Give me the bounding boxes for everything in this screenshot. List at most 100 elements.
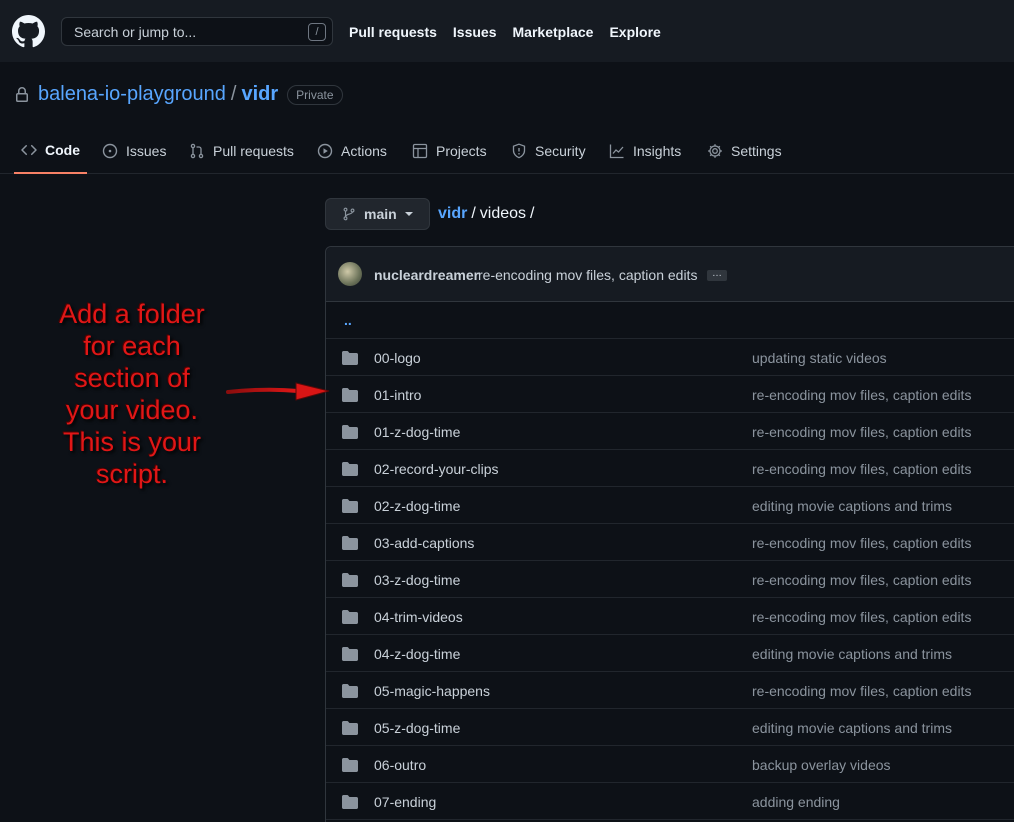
branch-name: main [364,206,397,222]
parent-directory-row[interactable]: .. [326,302,1014,339]
commit-message-link[interactable]: re-encoding mov files, caption edits [478,267,697,283]
parent-directory-link[interactable]: .. [344,312,352,328]
file-name-link[interactable]: 02-record-your-clips [374,461,498,477]
annotation-line: Add a folder [59,299,205,329]
chevron-down-icon [404,212,413,216]
tab-settings-label: Settings [731,142,782,159]
file-commit-message-link[interactable]: updating static videos [752,350,887,366]
file-name-link[interactable]: 04-z-dog-time [374,646,460,662]
annotation-text: Add a folder for each section of your video… [44,298,220,490]
latest-commit-bar: nucleardreamer re-encoding mov files, ca… [326,247,1014,302]
expand-commit-button[interactable]: … [707,269,727,281]
folder-icon [342,499,358,513]
table-row[interactable]: 03-z-dog-time re-encoding mov files, capt… [326,561,1014,598]
file-name-link[interactable]: 03-z-dog-time [374,572,460,588]
tab-insights[interactable]: Insights [609,128,681,173]
tab-actions-label: Actions [341,142,387,159]
table-row[interactable]: 05-magic-happens re-encoding mov files, c… [326,672,1014,709]
table-row[interactable]: 04-trim-videos re-encoding mov files, cap… [326,598,1014,635]
folder-icon [342,462,358,476]
nav-marketplace[interactable]: Marketplace [513,24,594,40]
play-icon [317,143,333,158]
file-browser: nucleardreamer re-encoding mov files, ca… [325,246,1014,822]
file-commit-message-link[interactable]: re-encoding mov files, caption edits [752,609,971,625]
file-commit-message-link[interactable]: editing movie captions and trims [752,646,952,662]
table-row[interactable]: 01-z-dog-time re-encoding mov files, capt… [326,413,1014,450]
tab-settings[interactable]: Settings [707,128,782,173]
file-name-link[interactable]: 05-magic-happens [374,683,490,699]
avatar[interactable] [338,262,362,286]
tab-pull-requests-label: Pull requests [213,142,294,159]
table-row[interactable]: 01-intro re-encoding mov files, caption e… [326,376,1014,413]
file-name-link[interactable]: 02-z-dog-time [374,498,460,514]
graph-icon [609,144,624,158]
nav-pull-requests[interactable]: Pull requests [349,24,437,40]
annotation-line: script. [95,459,168,489]
file-commit-message-link[interactable]: editing movie captions and trims [752,498,952,514]
tab-projects[interactable]: Projects [412,128,487,173]
global-nav: Pull requests Issues Marketplace Explore [349,24,661,40]
tab-code-label: Code [45,142,80,158]
annotation-line: for each [83,331,181,361]
repo-tabs: Code Issues Pull requests Actions Projec… [0,128,1014,174]
table-icon [412,143,428,158]
table-row[interactable]: 03-add-captions re-encoding mov files, ca… [326,524,1014,561]
table-row[interactable]: 02-record-your-clips re-encoding mov file… [326,450,1014,487]
file-commit-message-link[interactable]: editing movie captions and trims [752,720,952,736]
file-commit-message-link[interactable]: adding ending [752,794,840,810]
table-row[interactable]: 02-z-dog-time editing movie captions and … [326,487,1014,524]
global-header: Search or jump to... / Pull requests Iss… [0,0,1014,62]
folder-icon [342,536,358,550]
tab-projects-label: Projects [436,142,487,159]
branch-select-button[interactable]: main [325,198,430,230]
file-name-link[interactable]: 04-trim-videos [374,609,463,625]
folder-icon [342,758,358,772]
file-name-link[interactable]: 01-z-dog-time [374,424,460,440]
tab-security[interactable]: Security [511,128,586,173]
git-pull-request-icon [190,143,204,158]
folder-icon [342,684,358,698]
nav-issues[interactable]: Issues [453,24,497,40]
folder-icon [342,647,358,661]
file-name-link[interactable]: 01-intro [374,387,421,403]
nav-explore[interactable]: Explore [609,24,660,40]
file-name-link[interactable]: 07-ending [374,794,436,810]
file-name-link[interactable]: 00-logo [374,350,421,366]
breadcrumb-root-link[interactable]: vidr [438,205,467,223]
tab-issues[interactable]: Issues [102,128,166,173]
table-row[interactable]: 07-ending adding ending [326,783,1014,820]
annotation-line: your video. [65,395,199,425]
folder-icon [342,388,358,402]
github-logo-icon[interactable] [12,15,45,48]
file-name-link[interactable]: 05-z-dog-time [374,720,460,736]
folder-icon [342,795,358,809]
repo-name-link[interactable]: vidr [241,83,278,106]
file-commit-message-link[interactable]: re-encoding mov files, caption edits [752,572,971,588]
search-input[interactable]: Search or jump to... / [61,17,333,46]
file-commit-message-link[interactable]: re-encoding mov files, caption edits [752,535,971,551]
repo-owner-link[interactable]: balena-io-playground [38,83,226,106]
table-row[interactable]: 05-z-dog-time editing movie captions and … [326,709,1014,746]
commit-author-link[interactable]: nucleardreamer [374,267,479,283]
file-name-link[interactable]: 06-outro [374,757,426,773]
file-commit-message-link[interactable]: re-encoding mov files, caption edits [752,461,971,477]
search-placeholder: Search or jump to... [74,24,197,40]
file-commit-message-link[interactable]: re-encoding mov files, caption edits [752,424,971,440]
tab-actions[interactable]: Actions [317,128,387,173]
annotation-line: section of [74,363,190,393]
breadcrumb: vidr / videos / [438,205,535,223]
folder-icon [342,573,358,587]
table-row[interactable]: 00-logo updating static videos [326,339,1014,376]
file-name-link[interactable]: 03-add-captions [374,535,474,551]
lock-icon [16,86,28,102]
table-row[interactable]: 06-outro backup overlay videos [326,746,1014,783]
file-list: 00-logo updating static videos 01-intro re-… [326,339,1014,820]
file-commit-message-link[interactable]: backup overlay videos [752,757,891,773]
breadcrumb-separator: / [530,205,535,222]
tab-code[interactable]: Code [14,128,87,174]
file-commit-message-link[interactable]: re-encoding mov files, caption edits [752,683,971,699]
search-shortcut-key: / [308,23,326,41]
table-row[interactable]: 04-z-dog-time editing movie captions and … [326,635,1014,672]
tab-pull-requests[interactable]: Pull requests [189,128,294,173]
file-commit-message-link[interactable]: re-encoding mov files, caption edits [752,387,971,403]
